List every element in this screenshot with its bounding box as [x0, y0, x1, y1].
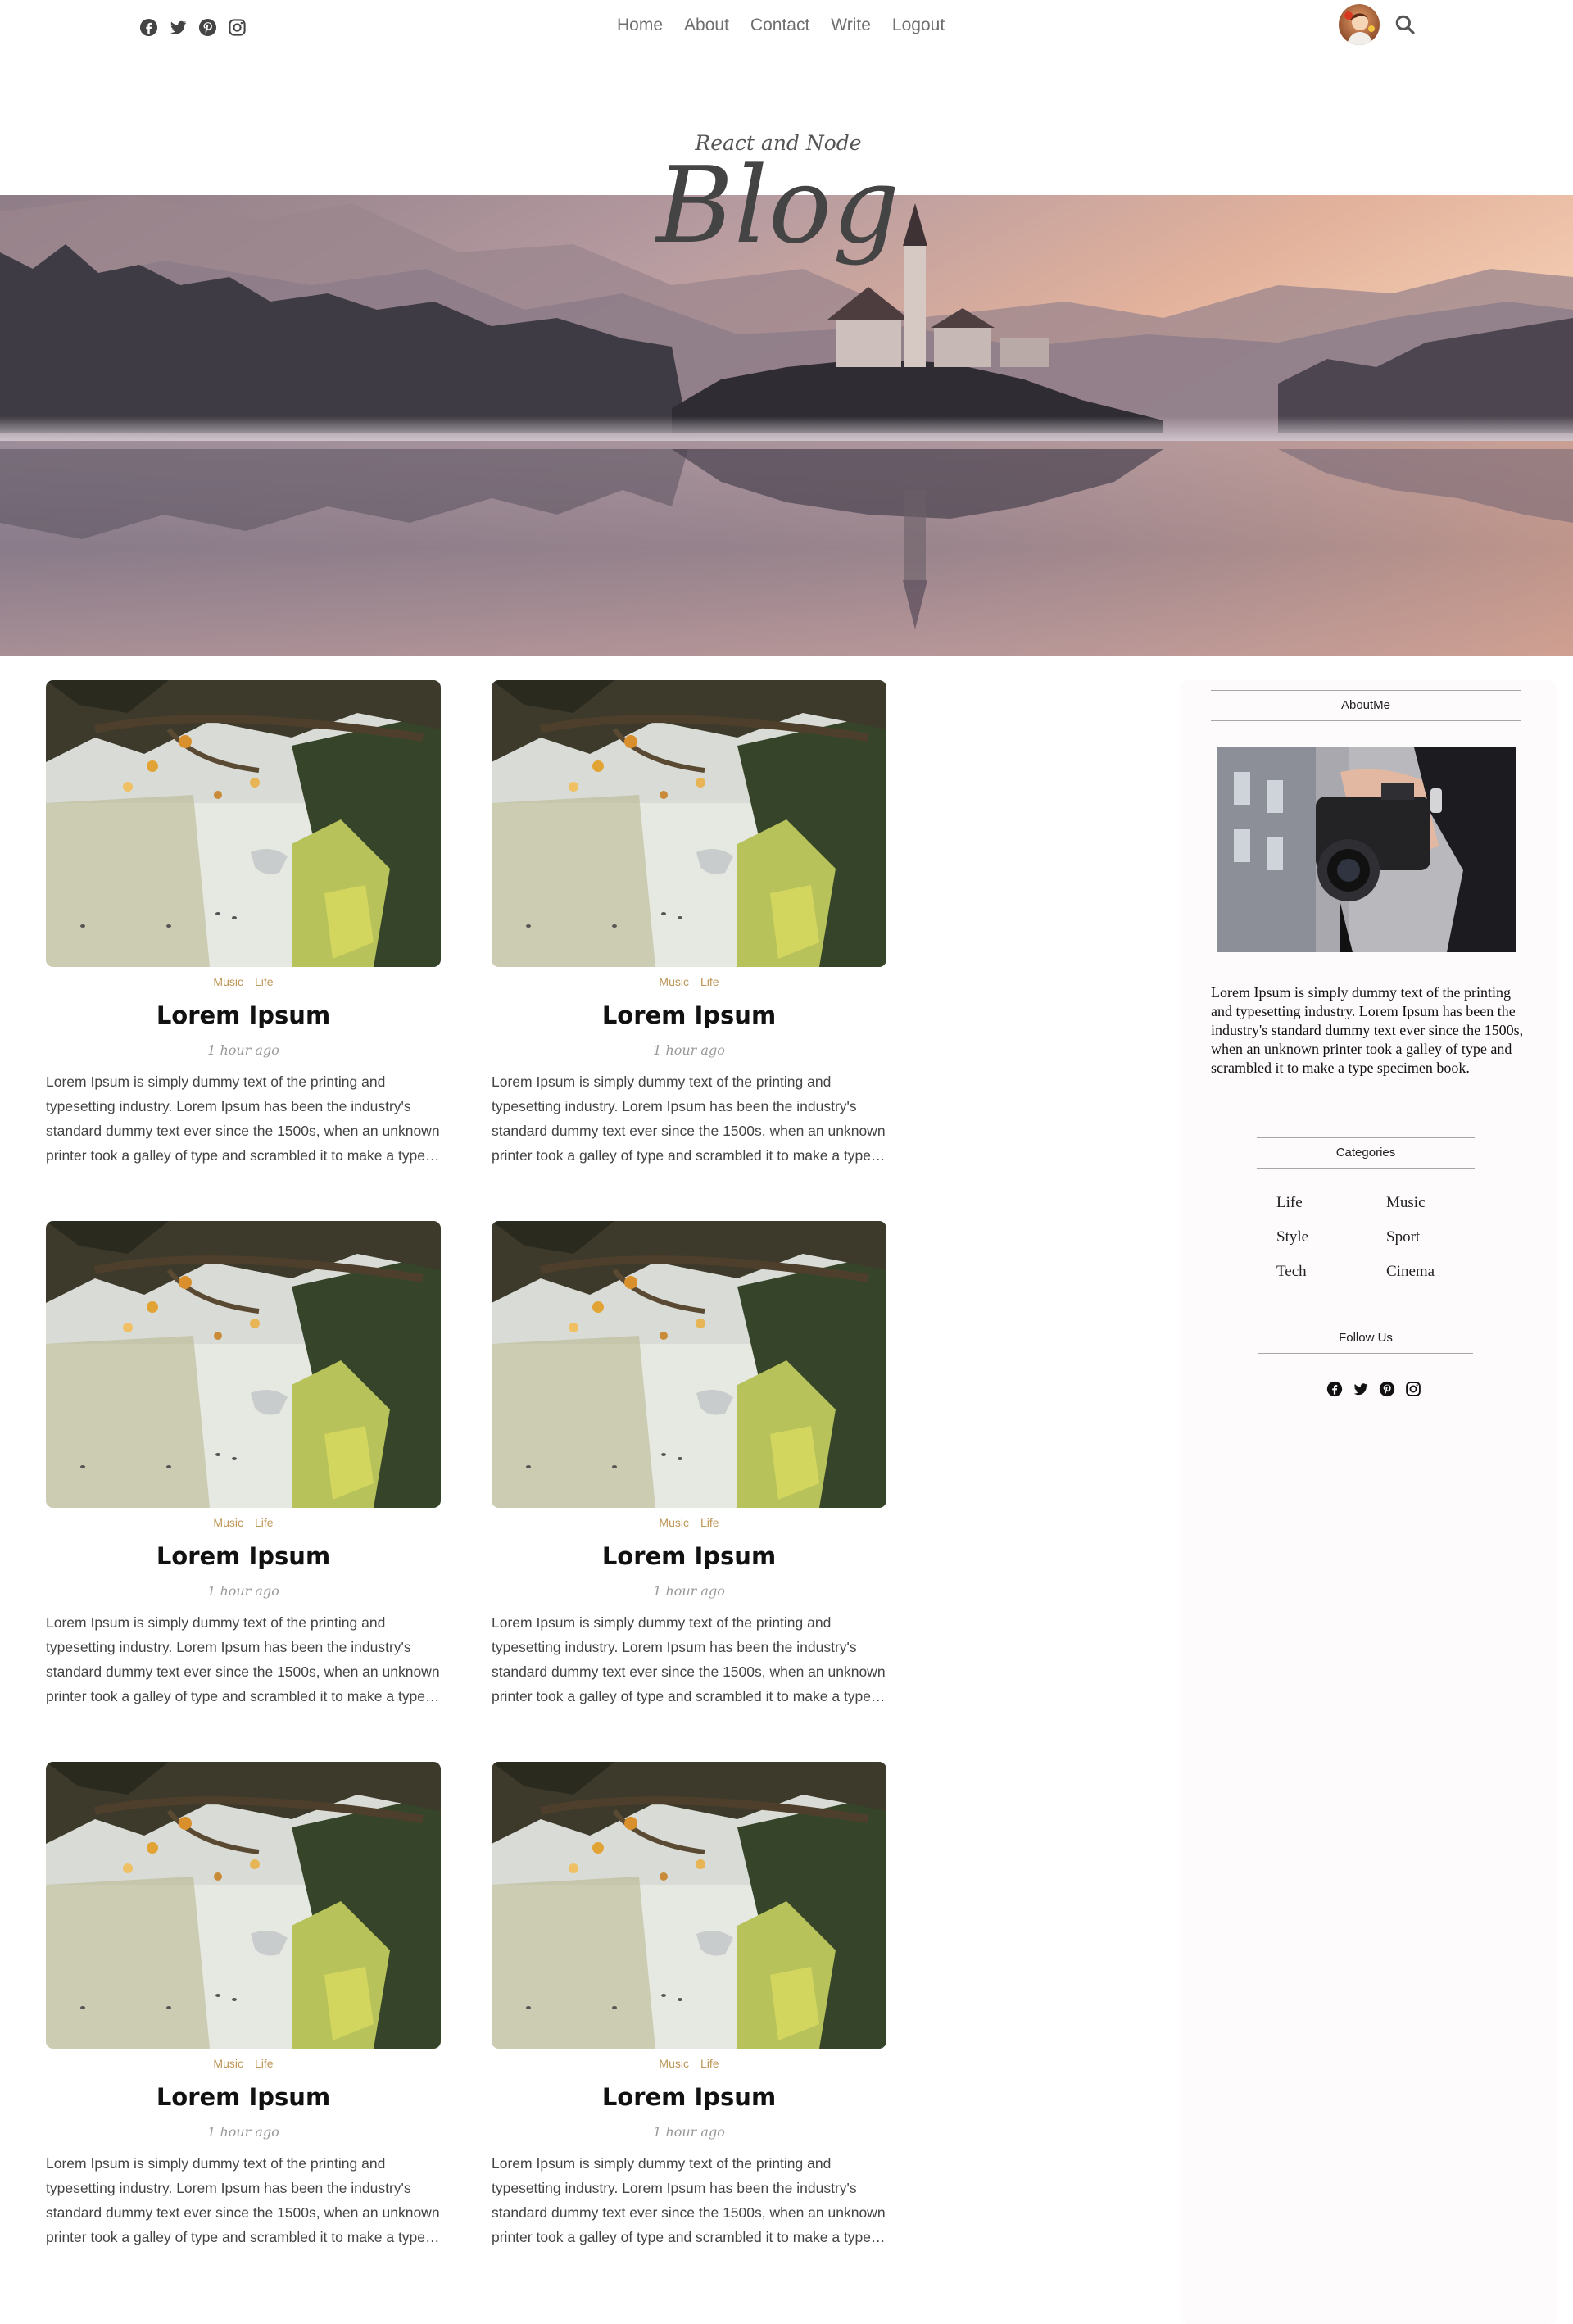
post-category[interactable]: Music — [659, 2057, 689, 2072]
post-categories: Music Life — [492, 1516, 886, 1531]
about-text: Lorem Ipsum is simply dummy text of the … — [1211, 984, 1524, 1076]
main-nav: Home About Contact Write Logout — [606, 13, 955, 38]
twitter-icon[interactable] — [1350, 1378, 1371, 1400]
post-date: 1 hour ago — [653, 1583, 725, 1599]
post-category[interactable]: Music — [659, 1516, 689, 1531]
nav-about[interactable]: About — [673, 13, 740, 38]
post-category[interactable]: Music — [213, 1516, 243, 1531]
post-description: Lorem Ipsum is simply dummy text of the … — [46, 1614, 440, 1704]
facebook-icon[interactable] — [1324, 1378, 1345, 1400]
nav-write[interactable]: Write — [820, 13, 882, 38]
nav-contact[interactable]: Contact — [740, 13, 820, 38]
sidebar-category-life[interactable]: Life — [1276, 1193, 1386, 1213]
post-image[interactable] — [46, 1762, 441, 2049]
post-title[interactable]: Lorem Ipsum — [492, 1001, 886, 1029]
post-image[interactable] — [492, 1221, 886, 1508]
follow-heading: Follow Us — [1258, 1323, 1473, 1354]
post-description: Lorem Ipsum is simply dummy text of the … — [492, 2155, 886, 2245]
post-date: 1 hour ago — [207, 2124, 279, 2140]
post-date: 1 hour ago — [653, 2124, 725, 2140]
post-image[interactable] — [492, 1762, 886, 2049]
post-categories: Music Life — [492, 975, 886, 990]
post-category[interactable]: Life — [700, 1516, 719, 1531]
post-category[interactable]: Life — [700, 975, 719, 990]
about-heading: AboutMe — [1211, 690, 1521, 721]
post-description: Lorem Ipsum is simply dummy text of the … — [492, 1614, 886, 1704]
social-links — [136, 15, 249, 39]
nav-logout[interactable]: Logout — [882, 13, 955, 38]
avatar[interactable] — [1339, 4, 1380, 45]
sidebar-category-sport[interactable]: Sport — [1386, 1228, 1489, 1247]
post-card: Music Life Lorem Ipsum 1 hour ago Lorem … — [46, 1762, 441, 2249]
post-card: Music Life Lorem Ipsum 1 hour ago Lorem … — [492, 680, 886, 1168]
post-category[interactable]: Life — [700, 2057, 719, 2072]
post-image[interactable] — [492, 680, 886, 967]
instagram-icon[interactable] — [1403, 1378, 1424, 1400]
post-category[interactable]: Music — [659, 975, 689, 990]
post-categories: Music Life — [46, 975, 441, 990]
post-title[interactable]: Lorem Ipsum — [46, 2083, 441, 2111]
post-categories: Music Life — [492, 2057, 886, 2072]
pinterest-icon[interactable] — [195, 15, 220, 39]
sidebar-category-cinema[interactable]: Cinema — [1386, 1262, 1489, 1282]
post-image[interactable] — [46, 1221, 441, 1508]
post-categories: Music Life — [46, 1516, 441, 1531]
sidebar-category-music[interactable]: Music — [1386, 1193, 1489, 1213]
post-description: Lorem Ipsum is simply dummy text of the … — [46, 2155, 440, 2245]
pinterest-icon[interactable] — [1376, 1378, 1398, 1400]
facebook-icon[interactable] — [136, 15, 161, 39]
post-card: Music Life Lorem Ipsum 1 hour ago Lorem … — [46, 1221, 441, 1709]
sidebar-social-links — [1324, 1378, 1424, 1400]
post-title[interactable]: Lorem Ipsum — [492, 1542, 886, 1570]
instagram-icon[interactable] — [224, 15, 249, 39]
post-image[interactable] — [46, 680, 441, 967]
sidebar: AboutMe Lorem Ipsum is simply dummy text… — [1180, 680, 1557, 2324]
post-date: 1 hour ago — [207, 1583, 279, 1599]
about-photo — [1217, 747, 1516, 952]
post-card: Music Life Lorem Ipsum 1 hour ago Lorem … — [492, 1762, 886, 2249]
post-date: 1 hour ago — [653, 1042, 725, 1058]
post-card: Music Life Lorem Ipsum 1 hour ago Lorem … — [46, 680, 441, 1168]
header-title: Blog — [656, 145, 900, 267]
post-title[interactable]: Lorem Ipsum — [492, 2083, 886, 2111]
post-date: 1 hour ago — [207, 1042, 279, 1058]
post-categories: Music Life — [46, 2057, 441, 2072]
post-card: Music Life Lorem Ipsum 1 hour ago Lorem … — [492, 1221, 886, 1709]
top-bar: Home About Contact Write Logout — [0, 0, 1573, 51]
post-description: Lorem Ipsum is simply dummy text of the … — [46, 1073, 440, 1164]
post-category[interactable]: Music — [213, 975, 243, 990]
post-category[interactable]: Music — [213, 2057, 243, 2072]
post-category[interactable]: Life — [255, 975, 274, 990]
sidebar-category-tech[interactable]: Tech — [1276, 1262, 1386, 1282]
search-icon[interactable] — [1394, 14, 1416, 35]
category-list: Life Music Style Sport Tech Cinema — [1276, 1193, 1489, 1282]
twitter-icon[interactable] — [165, 15, 190, 39]
post-title[interactable]: Lorem Ipsum — [46, 1001, 441, 1029]
post-category[interactable]: Life — [255, 1516, 274, 1531]
nav-home[interactable]: Home — [606, 13, 673, 38]
sidebar-category-style[interactable]: Style — [1276, 1228, 1386, 1247]
post-title[interactable]: Lorem Ipsum — [46, 1542, 441, 1570]
post-category[interactable]: Life — [255, 2057, 274, 2072]
categories-heading: Categories — [1257, 1137, 1475, 1169]
post-description: Lorem Ipsum is simply dummy text of the … — [492, 1073, 886, 1164]
